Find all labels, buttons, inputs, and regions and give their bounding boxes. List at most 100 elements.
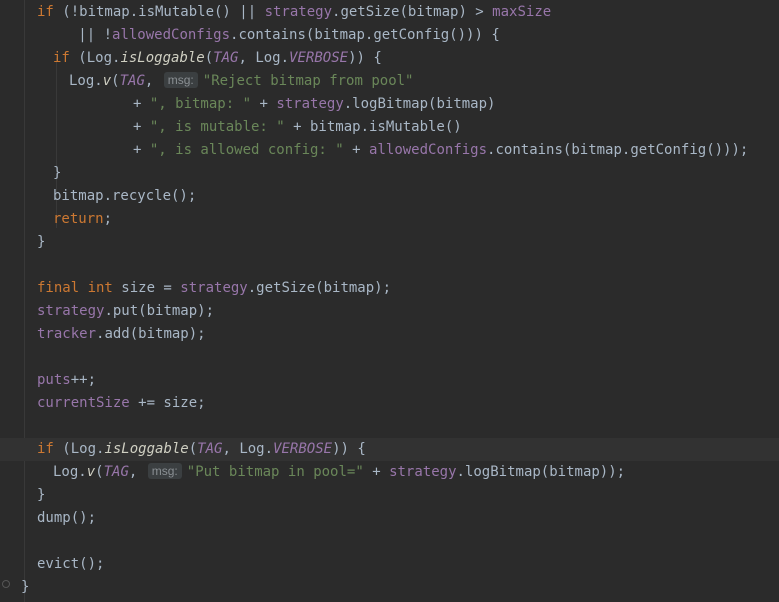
code-token: , Log. [222, 441, 274, 457]
code-token: + [133, 96, 150, 112]
code-line[interactable]: } [0, 162, 779, 185]
code-token: } [37, 234, 46, 250]
code-token: += size; [129, 395, 206, 411]
code-token: (!bitmap.isMutable() || [53, 4, 265, 20]
code-line[interactable] [0, 254, 779, 277]
code-line[interactable]: return; [0, 208, 779, 231]
breakpoint-gutter-icon[interactable] [2, 580, 10, 588]
code-token: tracker [37, 326, 97, 342]
code-line[interactable]: if (Log.isLoggable(TAG, Log.VERBOSE)) { [0, 47, 779, 70]
code-line[interactable]: final int size = strategy.getSize(bitmap… [0, 277, 779, 300]
code-line[interactable] [0, 415, 779, 438]
parameter-hint: msg: [147, 463, 182, 479]
code-token: Log. [53, 464, 87, 480]
code-token: } [21, 579, 30, 595]
code-line[interactable]: + ", bitmap: " + strategy.logBitmap(bitm… [0, 93, 779, 116]
code-token: v [86, 464, 96, 480]
code-token: strategy [180, 280, 248, 296]
code-token: ( [204, 50, 214, 66]
code-line[interactable]: || !allowedConfigs.contains(bitmap.getCo… [0, 24, 779, 47]
code-line[interactable]: bitmap.recycle(); [0, 185, 779, 208]
code-token: } [37, 487, 46, 503]
code-token: .add(bitmap); [96, 326, 206, 342]
code-line[interactable]: evict(); [0, 553, 779, 576]
code-token: "Reject bitmap from pool" [202, 73, 414, 89]
code-token: currentSize [37, 395, 130, 411]
code-line[interactable]: dump(); [0, 507, 779, 530]
code-token: + [133, 119, 150, 135]
code-token: v [102, 73, 112, 89]
code-line[interactable]: puts++; [0, 369, 779, 392]
code-token: strategy [37, 303, 105, 319]
code-token: )) { [332, 441, 366, 457]
code-token: final int [37, 280, 113, 296]
code-line[interactable]: } [0, 484, 779, 507]
code-token: .contains(bitmap.getConfig())) { [230, 27, 500, 43]
code-token: evict(); [37, 556, 105, 572]
code-token: + [363, 464, 390, 480]
code-line[interactable]: Log.v(TAG, msg: "Put bitmap in pool=" + s… [0, 461, 779, 484]
code-token: strategy [264, 4, 333, 20]
code-token: strategy [276, 96, 344, 112]
code-line[interactable]: Log.v(TAG, msg: "Reject bitmap from pool" [0, 70, 779, 93]
code-token: (Log. [53, 441, 105, 457]
parameter-hint: msg: [163, 72, 198, 88]
code-token: Log. [69, 73, 103, 89]
code-line[interactable]: } [0, 576, 779, 599]
code-token: TAG [103, 464, 129, 480]
code-token: ", bitmap: " [149, 96, 252, 112]
code-line[interactable] [0, 346, 779, 369]
code-token: .contains(bitmap.getConfig())); [487, 142, 749, 158]
code-token: VERBOSE [273, 441, 333, 457]
code-token: , [144, 73, 162, 89]
code-token: )) { [348, 50, 382, 66]
code-token: size = [112, 280, 181, 296]
code-token: .getSize(bitmap); [247, 280, 392, 296]
code-token: (Log. [69, 50, 121, 66]
code-token: , [128, 464, 146, 480]
code-line[interactable]: + ", is mutable: " + bitmap.isMutable() [0, 116, 779, 139]
code-token: dump(); [37, 510, 97, 526]
code-token: isLoggable [120, 50, 205, 66]
code-token: if [37, 4, 54, 20]
code-token: + [133, 142, 150, 158]
code-line[interactable]: } [0, 231, 779, 254]
code-token: .getSize(bitmap) > [332, 4, 493, 20]
code-token: + [251, 96, 277, 112]
code-token: VERBOSE [289, 50, 349, 66]
code-token: ; [103, 211, 113, 227]
code-line[interactable]: tracker.add(bitmap); [0, 323, 779, 346]
code-line[interactable]: strategy.put(bitmap); [0, 300, 779, 323]
code-token: "Put bitmap in pool=" [186, 464, 364, 480]
code-token: ", is allowed config: " [149, 142, 344, 158]
code-token: , Log. [238, 50, 290, 66]
code-token: TAG [119, 73, 145, 89]
code-token: } [53, 165, 62, 181]
code-line[interactable]: if (Log.isLoggable(TAG, Log.VERBOSE)) { [0, 438, 779, 461]
code-token: TAG [197, 441, 223, 457]
code-editor[interactable]: if (!bitmap.isMutable() || strategy.getS… [0, 0, 779, 602]
code-token: strategy [389, 464, 457, 480]
code-token: .put(bitmap); [104, 303, 215, 319]
code-line[interactable] [0, 530, 779, 553]
code-token: maxSize [492, 4, 552, 20]
code-token: || ! [53, 27, 113, 43]
code-token: ( [111, 73, 120, 89]
code-line[interactable]: currentSize += size; [0, 392, 779, 415]
code-token: + [343, 142, 370, 158]
code-line[interactable]: if (!bitmap.isMutable() || strategy.getS… [0, 1, 779, 24]
code-token: TAG [213, 50, 239, 66]
code-token: .logBitmap(bitmap) [343, 96, 496, 112]
code-token: allowedConfigs [369, 142, 488, 158]
code-line[interactable]: + ", is allowed config: " + allowedConfi… [0, 139, 779, 162]
code-token: ( [95, 464, 104, 480]
code-token: ++; [70, 372, 97, 388]
code-token: if [53, 50, 70, 66]
code-token: ( [188, 441, 198, 457]
code-token: isLoggable [104, 441, 189, 457]
code-token: ", is mutable: " [149, 119, 285, 135]
code-token: allowedConfigs [112, 27, 231, 43]
code-token: .logBitmap(bitmap)); [456, 464, 626, 480]
code-token: puts [37, 372, 71, 388]
code-token: bitmap.recycle(); [53, 188, 197, 204]
